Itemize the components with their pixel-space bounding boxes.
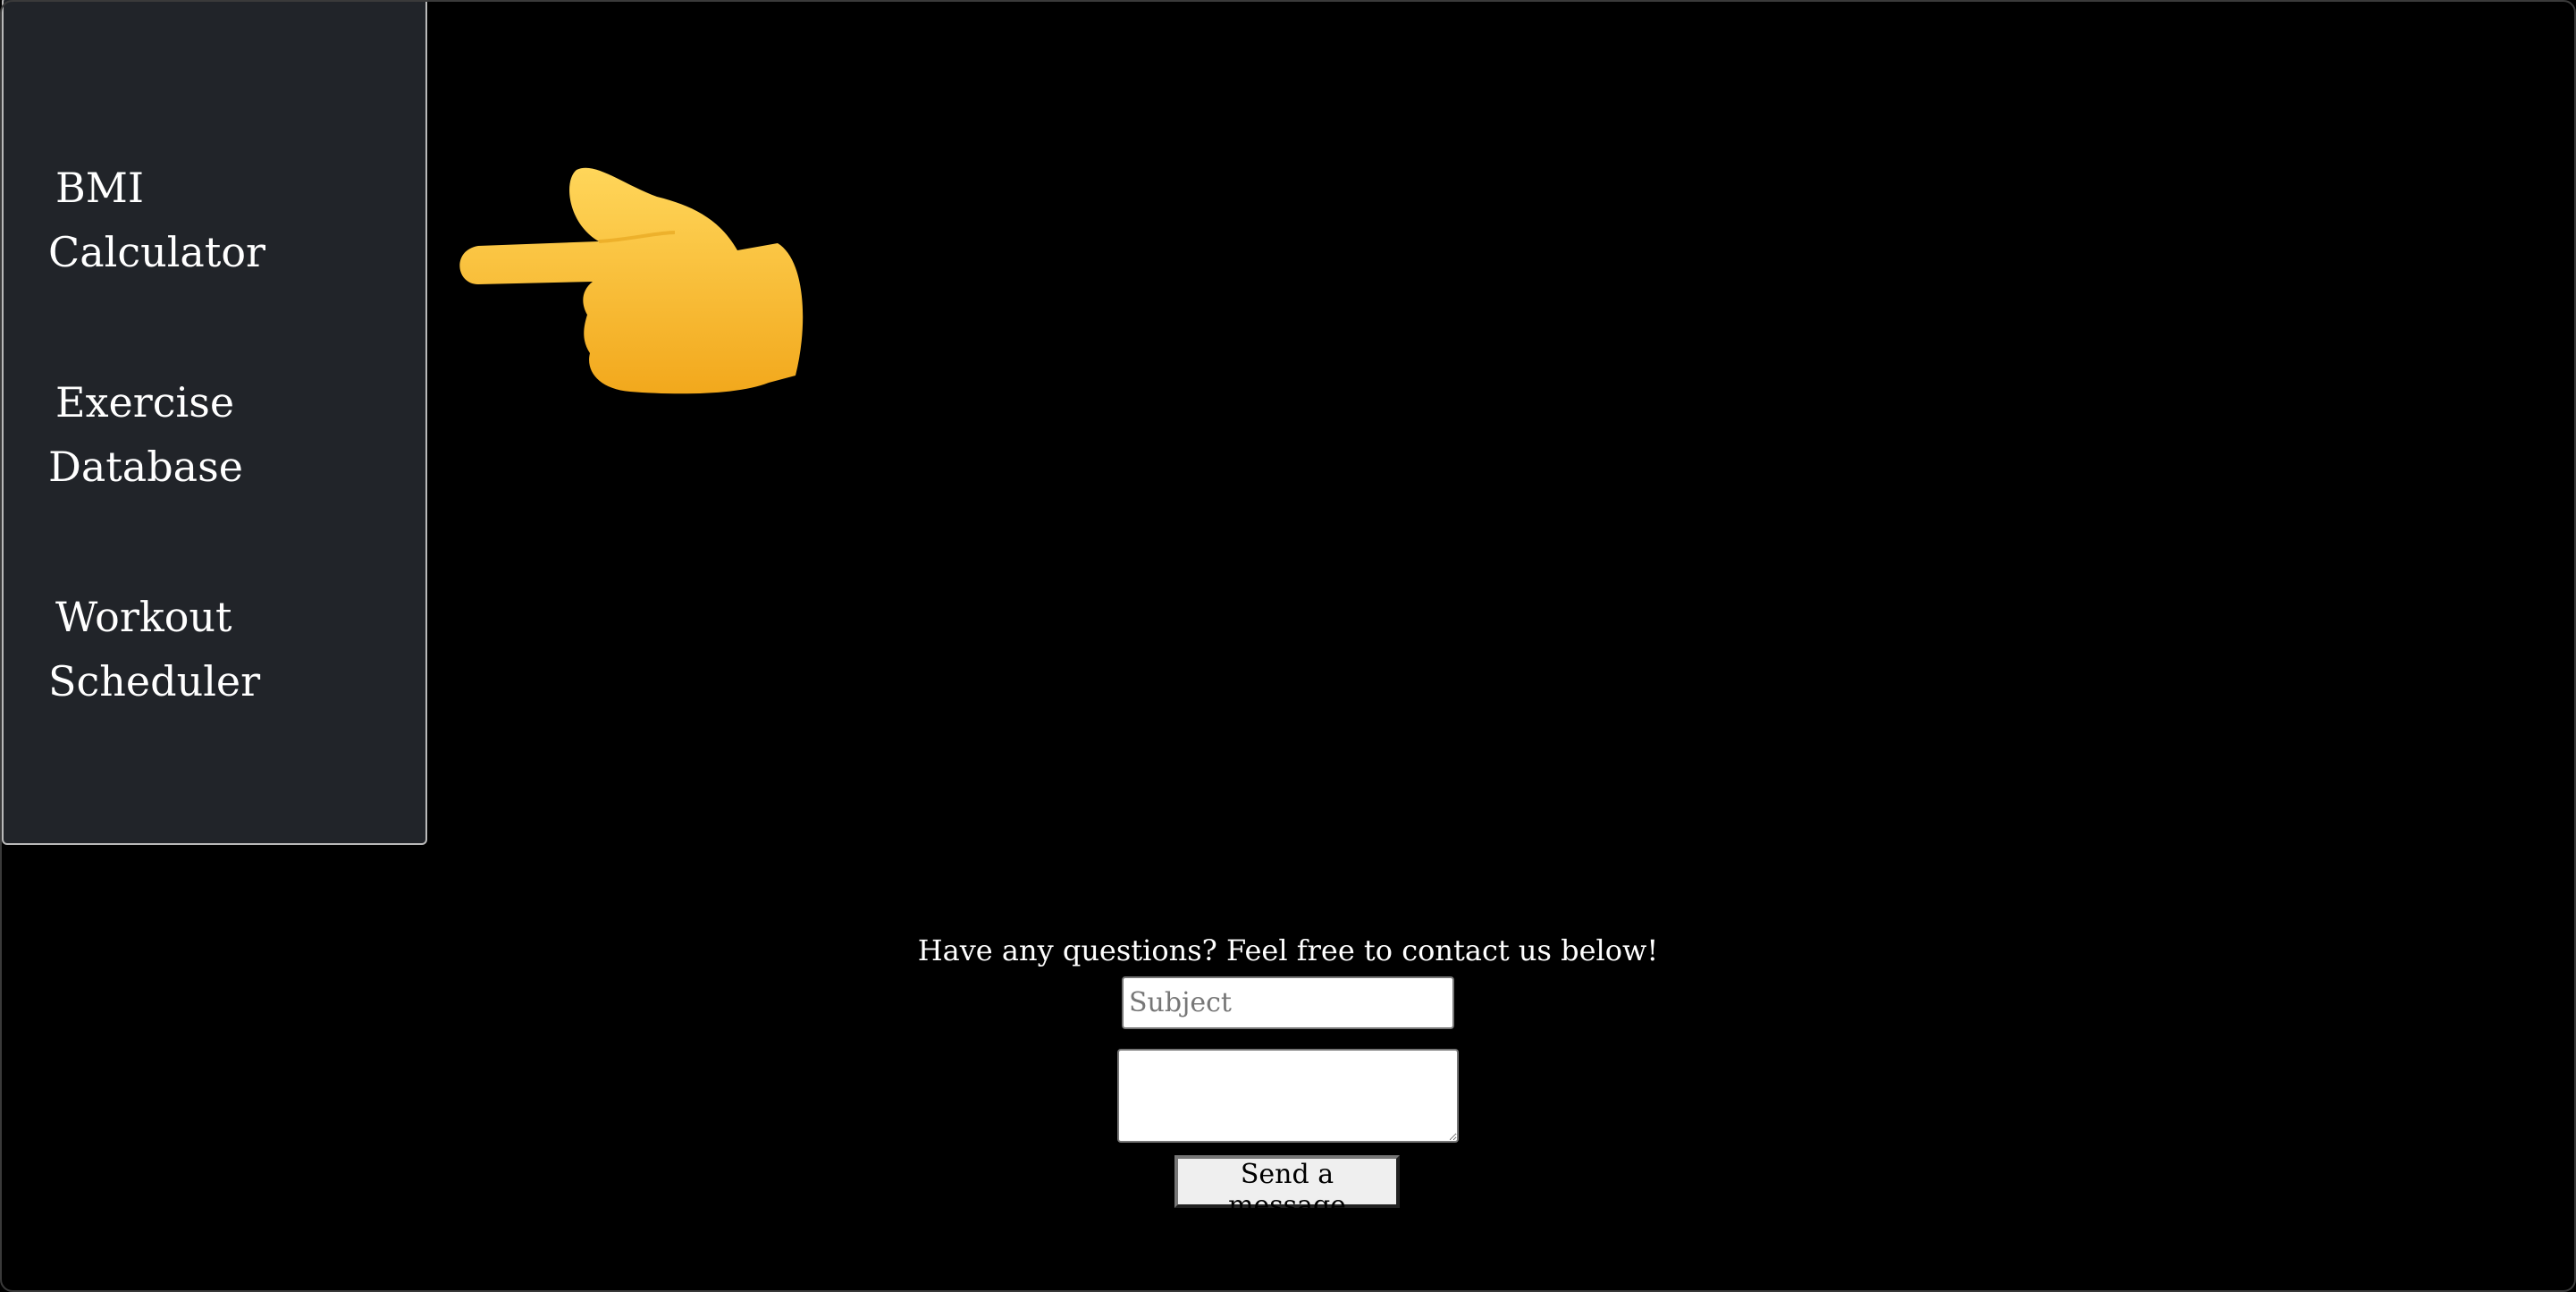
sidebar-item-exercise-database[interactable]: Exercise Database bbox=[48, 370, 316, 499]
sidebar-item-workout-scheduler[interactable]: Workout Scheduler bbox=[48, 585, 316, 714]
nav-label-line2: Scheduler bbox=[48, 657, 261, 705]
pointing-left-hand-icon bbox=[459, 167, 804, 394]
message-textarea[interactable] bbox=[1117, 1049, 1459, 1143]
sidebar-item-bmi-calculator[interactable]: BMI Calculator bbox=[48, 156, 316, 284]
nav-label-line1: Workout bbox=[55, 593, 232, 641]
nav-label-line2: Calculator bbox=[48, 228, 266, 276]
subject-input[interactable] bbox=[1122, 976, 1454, 1029]
nav-label-line2: Database bbox=[48, 443, 243, 491]
contact-prompt: Have any questions? Feel free to contact… bbox=[917, 933, 1659, 967]
sidebar-nav: BMI Calculator Exercise Database Workout… bbox=[2, 0, 427, 845]
nav-label-line1: BMI bbox=[55, 164, 145, 212]
send-message-button[interactable]: Send a message bbox=[1174, 1155, 1400, 1221]
nav-label-line1: Exercise bbox=[55, 378, 235, 426]
